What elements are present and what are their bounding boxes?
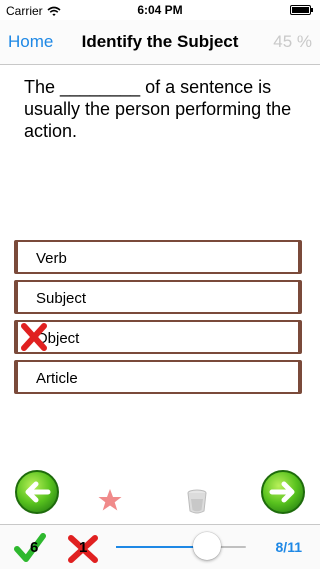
status-time: 6:04 PM [137,3,183,17]
arrow-right-icon[interactable] [260,469,306,515]
star-icon[interactable] [97,487,123,513]
correct-count: 6 [30,539,39,556]
question-text: The ________ of a sentence is usually th… [24,77,292,141]
score-percent: 45 % [273,32,312,51]
status-bar: Carrier 6:04 PM [0,0,320,20]
page-indicator: 8/11 [275,539,302,555]
progress-slider[interactable] [116,532,246,560]
slider-thumb[interactable] [193,532,221,560]
option-label: Article [36,370,78,387]
option-verb[interactable]: Verb [14,240,302,274]
option-article[interactable]: Article [14,360,302,394]
option-subject[interactable]: Subject [14,280,302,314]
arrow-left-icon[interactable] [14,469,60,515]
cup-icon[interactable] [186,487,208,515]
wrong-count: 1 [79,539,88,556]
page-title: Identify the Subject [81,32,239,51]
option-object[interactable]: Object [14,320,302,354]
option-label: Verb [36,250,67,267]
nav-bar: Home Identify the Subject 45 % [0,20,320,65]
option-label: Subject [36,290,87,307]
wrong-mark-icon [21,323,47,351]
bottom-toolbar: 6 1 8/11 [0,524,320,569]
battery-icon [290,5,313,15]
